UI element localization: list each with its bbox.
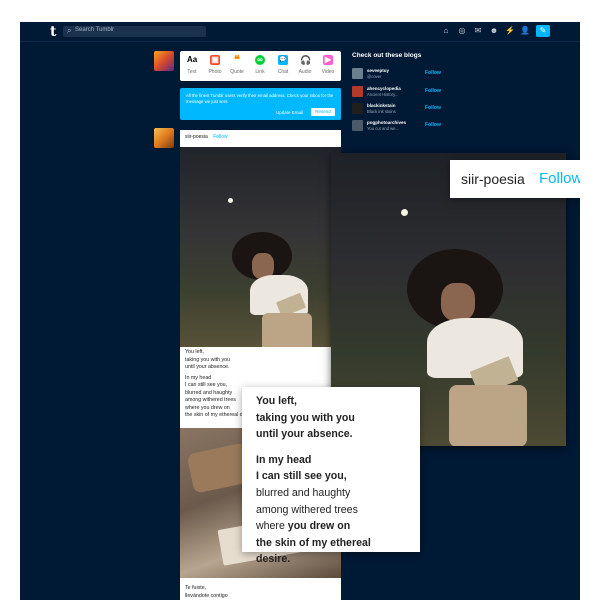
post-blog-name[interactable]: siir-poesia [185,134,208,140]
tumblr-dashboard: t ⌕ Search Tumblr ⌂ ◎ ✉ ☻ ⚡ 👤 ✎ Aa Text … [20,22,580,600]
avatar[interactable] [352,86,363,97]
skirt [449,385,527,446]
avatar[interactable] [352,68,363,79]
caption-fragment: where [256,520,288,533]
recommended-blog-name[interactable]: seveeptuy [367,68,389,73]
quote-icon: ❝ [234,54,240,66]
post-type-label: Audio [298,69,312,75]
post-type-label: Chat [277,69,289,75]
post-type-label: Text [187,69,197,75]
caption-line: I can still see you, [256,470,347,483]
post-type-label: Photo [208,69,222,75]
recommended-blog-name[interactable]: blackinkstain [367,103,396,108]
caption-line: In my head [185,374,212,381]
zoomed-post-caption: You left, taking you with you until your… [242,387,420,565]
post-type-link-button[interactable]: ∞ Link [249,55,271,75]
search-placeholder: Search Tumblr [75,27,115,33]
caption-fragment: you drew on [287,520,351,533]
search-icon: ⌕ [67,26,72,35]
follow-button[interactable]: Follow [425,122,441,128]
post-header: siir-poesia Follow [185,134,228,140]
post-type-quote-button[interactable]: ❝ Quote [226,54,248,76]
tumblr-logo[interactable]: t [50,24,56,40]
recommended-blog-item[interactable]: blackinkstain Black ink stains Follow [352,102,441,118]
caption-line: blurred and haughty [185,389,233,396]
caption-line: among withered trees [256,503,358,516]
update-email-link[interactable]: Update Email [276,110,303,115]
post-type-composer: Aa Text ▣ Photo ❝ Quote ∞ Link 💬 Chat 🎧 … [180,51,341,81]
caption-line: You left, [185,349,204,355]
search-input[interactable]: ⌕ Search Tumblr [63,26,206,37]
account-icon[interactable]: 👤 [520,26,530,36]
follow-button[interactable]: Follow [425,70,441,76]
resend-button[interactable]: Resend [311,108,335,116]
post-type-video-button[interactable]: ▶ Video [317,55,339,75]
face [441,283,475,321]
post-caption-secondary: Te fuiste, llevándote contigo [185,585,335,600]
recommended-blog-desc: Ancient History... [367,92,399,97]
caption-line: taking you with you [185,356,231,363]
home-icon[interactable]: ⌂ [441,26,451,36]
zoomed-post-header: siir-poesia Follow [450,160,580,198]
text-icon: Aa [187,55,198,64]
post-type-label: Video [321,69,335,75]
recommended-blog-desc: @cover [367,74,382,79]
top-navigation-bar: t ⌕ Search Tumblr ⌂ ◎ ✉ ☻ ⚡ 👤 ✎ [20,22,580,42]
post-type-photo-button[interactable]: ▣ Photo [204,55,226,75]
recommended-blog-desc: You cut and we... [367,126,399,131]
recommended-blogs-title: Check out these blogs [352,52,422,59]
recommended-blog-desc: Black ink stains [367,109,396,114]
post-type-text-button[interactable]: Aa Text [181,55,203,75]
recommended-blog-item[interactable]: seveeptuy @cover Follow [352,67,441,83]
recommended-blog-name[interactable]: ahencyclopedia [367,86,401,91]
video-camera-icon: ▶ [323,55,333,65]
caption-line: where you drew on [256,518,406,535]
recommended-blog-item[interactable]: ahencyclopedia Ancient History... Follow [352,85,441,101]
caption-line: taking you with you [256,411,355,424]
post-type-label: Link [255,69,265,75]
chat-icon: 💬 [278,55,288,65]
caption-line: among withered trees [185,397,236,403]
post-photo[interactable] [180,147,341,347]
recommended-blog-name[interactable]: pogphotoarchives [367,120,406,125]
skirt [262,313,312,347]
post-type-label: Quote [230,69,244,75]
caption-line: llevándote contigo [185,592,228,599]
inbox-icon[interactable]: ✉ [473,26,483,36]
compose-button[interactable]: ✎ [536,25,550,37]
zoomed-blog-name[interactable]: siir-poesia [461,171,525,187]
camera-icon: ▣ [210,55,220,65]
post-type-audio-button[interactable]: 🎧 Audio [294,55,316,75]
caption-line: where you drew on [185,404,230,411]
caption-line: In my head [256,453,312,466]
caption-line: the skin of my ethereal desire. [256,536,371,566]
activity-icon[interactable]: ⚡ [505,26,515,36]
follow-button[interactable]: Follow [425,105,441,111]
post-follow-button[interactable]: Follow [213,134,227,140]
caption-line: I can still see you, [185,382,228,388]
caption-line: You left, [256,395,297,407]
headphones-icon: 🎧 [300,55,312,65]
caption-line: blurred and haughty [256,486,351,499]
caption-line: until your absence. [185,364,230,370]
avatar[interactable] [352,120,363,131]
caption-line: Te fuiste, [185,585,207,591]
caption-line: until your absence. [256,428,353,441]
recommended-blog-item[interactable]: pogphotoarchives You cut and we... Follo… [352,119,441,135]
notice-text: All the finest Tumblr users verify their… [186,93,334,104]
post-type-chat-button[interactable]: 💬 Chat [272,55,294,75]
avatar[interactable] [154,51,174,71]
zoomed-follow-button[interactable]: Follow [539,170,580,187]
avatar[interactable] [352,103,363,114]
post-author-avatar[interactable] [154,128,174,148]
explore-icon[interactable]: ◎ [457,26,467,36]
messages-icon[interactable]: ☻ [489,26,499,36]
moon [401,209,408,216]
link-icon: ∞ [255,55,265,65]
moon [228,198,233,203]
caption-stanza: You left, taking you with you until your… [185,349,335,372]
follow-button[interactable]: Follow [425,88,441,94]
